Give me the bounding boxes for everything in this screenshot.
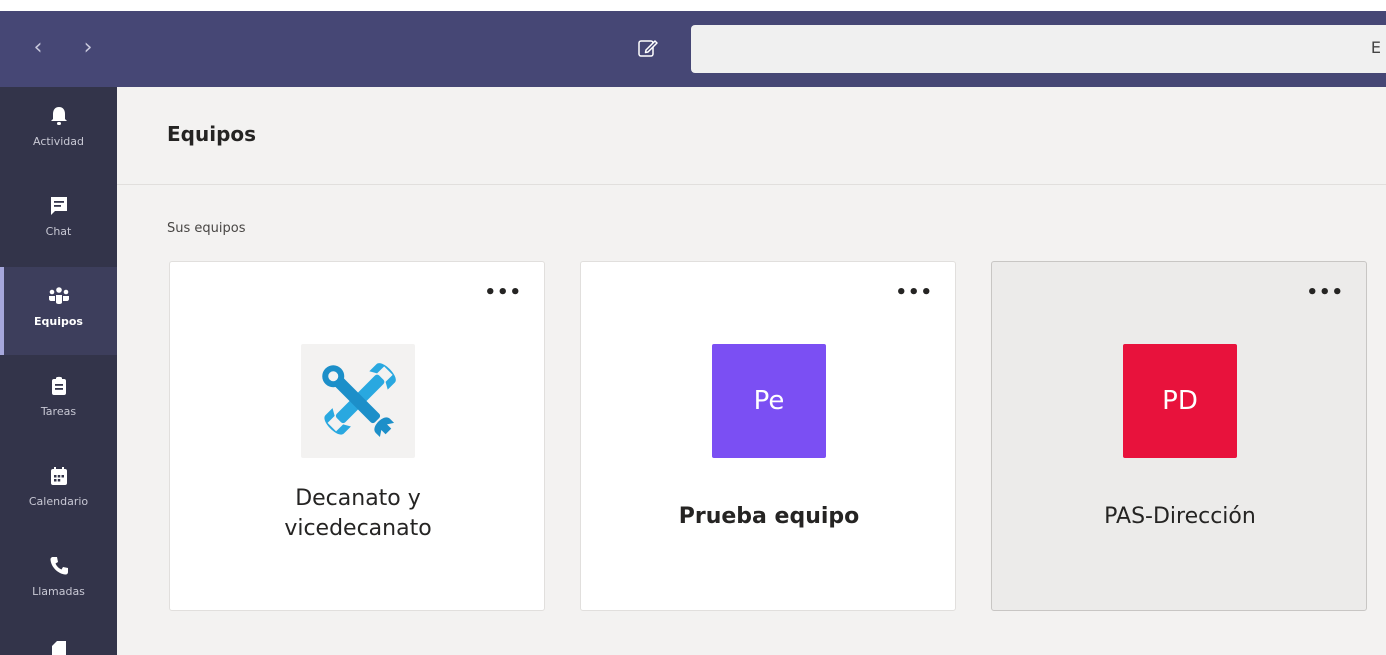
phone-icon: [50, 557, 68, 575]
rail-item-actividad[interactable]: Actividad: [0, 87, 117, 175]
file-icon: [52, 641, 66, 655]
rail-label: Chat: [45, 225, 72, 238]
search-placeholder: E: [1370, 38, 1381, 57]
rail-item-equipos[interactable]: Equipos: [0, 267, 117, 355]
more-options-icon[interactable]: •••: [1306, 284, 1344, 302]
teams-icon: [49, 287, 69, 304]
team-avatar: PD: [1123, 344, 1237, 458]
team-card-decanato[interactable]: ••• Decanato y vicedecanato: [169, 261, 545, 611]
top-gap: [0, 0, 1386, 11]
page-header: Equipos: [117, 87, 1386, 185]
rail-label: Tareas: [40, 405, 77, 418]
assignments-icon: [52, 376, 66, 395]
team-name-line1: Decanato y: [295, 486, 421, 511]
team-name: PAS-Dirección: [1104, 504, 1256, 529]
top-bar: ‹ › E: [0, 0, 1386, 87]
page-title: Equipos: [167, 122, 257, 146]
chat-icon: [51, 197, 67, 215]
rail-item-llamadas[interactable]: Llamadas: [0, 537, 117, 625]
team-card-prueba[interactable]: ••• Pe Prueba equipo: [580, 261, 956, 611]
main-content: Equipos Sus equipos ••• Decanato y viced…: [117, 87, 1386, 655]
rail-label: Calendario: [28, 495, 89, 508]
chevron-right-icon[interactable]: ›: [78, 34, 98, 62]
team-avatar: Pe: [712, 344, 826, 458]
bell-icon: [51, 107, 67, 125]
app-rail: Actividad Chat Equipos Tareas Calendario…: [0, 87, 117, 655]
rail-label: Equipos: [34, 315, 83, 328]
compose-icon[interactable]: [636, 36, 660, 60]
rail-item-tareas[interactable]: Tareas: [0, 357, 117, 445]
team-name: Decanato y vicedecanato: [170, 484, 546, 544]
search-input[interactable]: E: [691, 25, 1386, 73]
rail-label: Llamadas: [32, 585, 85, 598]
team-card-pas[interactable]: ••• PD PAS-Dirección: [991, 261, 1367, 611]
rail-label: Actividad: [32, 135, 85, 148]
section-label: Sus equipos: [167, 221, 246, 236]
team-name-line2: vicedecanato: [284, 516, 432, 541]
calendar-icon: [51, 467, 67, 485]
rail-item-calendario[interactable]: Calendario: [0, 447, 117, 535]
rail-item-files[interactable]: [0, 627, 117, 655]
tools-icon: [301, 344, 415, 458]
more-options-icon[interactable]: •••: [484, 284, 522, 302]
team-name: Prueba equipo: [678, 504, 860, 529]
rail-item-chat[interactable]: Chat: [0, 177, 117, 265]
more-options-icon[interactable]: •••: [895, 284, 933, 302]
chevron-left-icon[interactable]: ‹: [28, 34, 48, 62]
